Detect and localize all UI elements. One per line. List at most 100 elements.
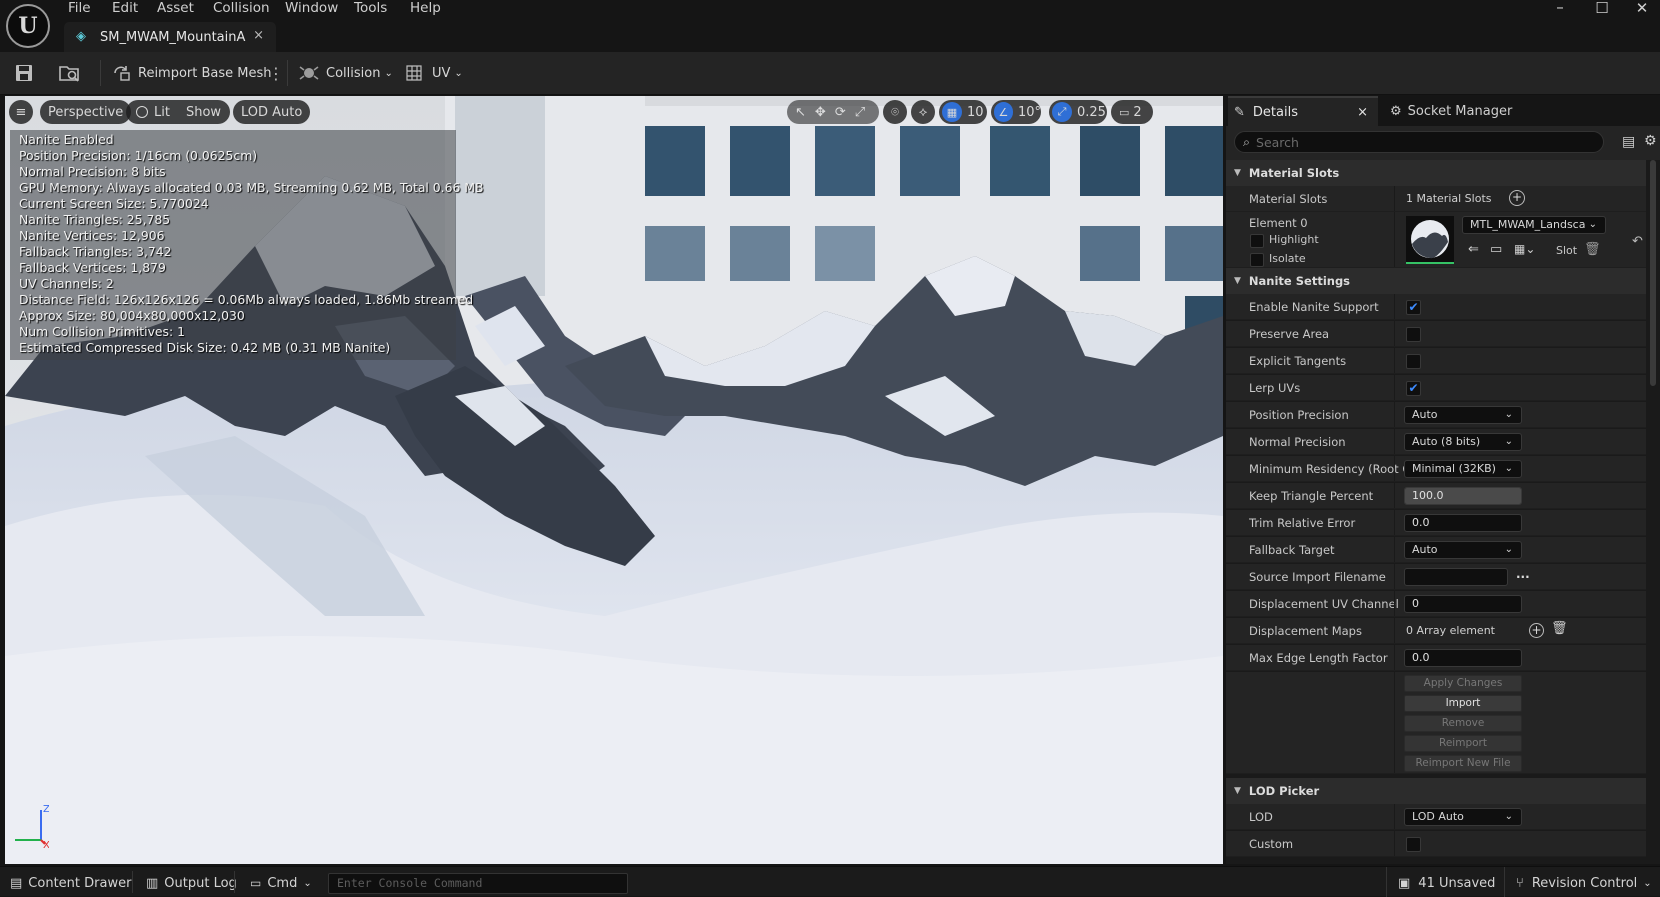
content-drawer-label: Content Drawer <box>28 875 132 891</box>
source-import-field[interactable] <box>1404 568 1508 586</box>
normal-precision-dropdown[interactable]: Auto (8 bits) ⌄ <box>1404 433 1522 451</box>
revision-control-button[interactable]: ⑂ Revision Control ⌄ <box>1516 871 1652 895</box>
perspective-button[interactable]: Perspective <box>40 100 132 124</box>
reimport-new-file-button[interactable]: Reimport New File <box>1404 755 1522 772</box>
tab-socket-manager[interactable]: ⚙ Socket Manager <box>1390 96 1512 126</box>
row-displacement-maps: Displacement Maps 0 Array element + 🗑 <box>1226 618 1646 644</box>
fallback-target-dropdown[interactable]: Auto ⌄ <box>1404 541 1522 559</box>
camera-speed-group[interactable]: ▭ 2 <box>1111 100 1153 124</box>
keep-triangle-slider[interactable]: 100.0 <box>1404 487 1522 505</box>
trim-error-field[interactable]: 0.0 <box>1404 514 1522 532</box>
terminal-icon: ▭ <box>250 876 262 890</box>
minimize-icon[interactable]: – <box>1550 0 1570 16</box>
chevron-down-icon: ⌄ <box>303 877 312 889</box>
menu-edit[interactable]: Edit <box>112 0 138 16</box>
tab-close-icon[interactable]: × <box>253 28 264 43</box>
scale-snap-group[interactable]: ⤢ 0.25 <box>1049 100 1107 124</box>
unreal-logo-icon[interactable]: U <box>6 4 50 48</box>
details-scrollbar[interactable] <box>1650 160 1656 386</box>
tab-details[interactable]: ✎ Details × <box>1228 96 1378 126</box>
scale-tool-icon[interactable]: ⤢ <box>855 105 865 120</box>
world-local-toggle[interactable]: ⌾ <box>883 100 907 124</box>
stat-line: Position Precision: 1/16cm (0.0625cm) <box>19 148 258 163</box>
isolate-checkbox[interactable] <box>1250 253 1264 267</box>
maximize-icon[interactable]: ☐ <box>1592 0 1612 17</box>
max-edge-label: Max Edge Length Factor <box>1249 651 1388 665</box>
row-fallback-target: Fallback Target Auto ⌄ <box>1226 537 1646 563</box>
grid-snap-icon: ▦ <box>942 102 962 122</box>
material-thumbnail[interactable] <box>1406 216 1454 264</box>
rotate-tool-icon[interactable]: ⟳ <box>835 105 846 120</box>
min-residency-dropdown[interactable]: Minimal (32KB) ⌄ <box>1404 460 1522 478</box>
collision-dropdown[interactable]: Collision ⌄ <box>298 60 393 86</box>
rotation-snap-icon: ∠ <box>994 102 1013 122</box>
tab-static-mesh[interactable]: ◈ SM_MWAM_MountainA × <box>64 22 276 52</box>
menu-file[interactable]: File <box>68 0 91 16</box>
viewport-options-button[interactable]: ≡ <box>9 100 33 124</box>
add-slot-icon[interactable]: + <box>1509 190 1525 206</box>
tab-close-icon[interactable]: × <box>1357 105 1368 120</box>
show-button[interactable]: Show <box>186 105 221 120</box>
select-tool-icon[interactable]: ↖ <box>795 105 806 120</box>
browse-asset-button[interactable] <box>58 60 82 86</box>
apply-changes-button[interactable]: Apply Changes <box>1404 675 1522 692</box>
search-input[interactable]: ⌕ Search <box>1234 131 1604 153</box>
menu-asset[interactable]: Asset <box>157 0 194 16</box>
save-button[interactable] <box>14 60 34 86</box>
menu-window[interactable]: Window <box>285 0 338 16</box>
category-lod-picker[interactable]: ▼ LOD Picker <box>1226 778 1646 804</box>
remove-button[interactable]: Remove <box>1404 715 1522 732</box>
position-precision-dropdown[interactable]: Auto ⌄ <box>1404 406 1522 424</box>
stat-line: Distance Field: 126x126x126 = 0.06Mb alw… <box>19 292 474 307</box>
details-panel: ✎ Details × ⚙ Socket Manager ⌕ Search ▤ … <box>1226 96 1660 864</box>
delete-all-icon[interactable]: 🗑 <box>1551 621 1568 636</box>
browse-folder-icon[interactable]: ▭ <box>1490 242 1502 257</box>
category-material-slots[interactable]: ▼ Material Slots <box>1226 160 1646 186</box>
custom-checkbox[interactable] <box>1406 837 1421 852</box>
close-window-icon[interactable]: ✕ <box>1632 0 1652 17</box>
lerp-uvs-checkbox[interactable]: ✔ <box>1406 381 1421 396</box>
browse-file-button[interactable]: ... <box>1516 567 1530 581</box>
console-input[interactable]: Enter Console Command <box>328 873 628 894</box>
menu-tools[interactable]: Tools <box>354 0 387 16</box>
unsaved-button[interactable]: ▣ 41 Unsaved <box>1398 871 1495 895</box>
material-options-icon[interactable]: ▦⌄ <box>1514 242 1535 256</box>
preserve-area-checkbox[interactable] <box>1406 327 1421 342</box>
lod-button[interactable]: LOD Auto <box>233 100 311 124</box>
surface-snap-button[interactable]: ⟡ <box>911 100 935 124</box>
reimport-options-icon[interactable]: ⋮ <box>268 60 284 86</box>
menu-help[interactable]: Help <box>410 0 441 16</box>
settings-gear-icon[interactable]: ⚙ <box>1644 133 1657 149</box>
delete-slot-icon[interactable]: 🗑 <box>1584 242 1601 257</box>
uv-dropdown[interactable]: UV ⌄ <box>404 60 463 86</box>
grid-snap-group[interactable]: ▦ 10 <box>939 100 987 124</box>
content-drawer-button[interactable]: ▤ Content Drawer <box>10 871 131 895</box>
chevron-down-icon: ⌄ <box>1504 436 1513 447</box>
lit-button[interactable]: Lit <box>154 105 170 120</box>
save-icon <box>16 65 32 81</box>
cmd-dropdown[interactable]: ▭ Cmd ⌄ <box>250 871 312 895</box>
lod-dropdown[interactable]: LOD Auto ⌄ <box>1404 808 1522 826</box>
transform-tools-group: ↖ ✥ ⟳ ⤢ <box>787 100 879 124</box>
enable-nanite-checkbox[interactable]: ✔ <box>1406 300 1421 315</box>
menu-bar: U File Edit Asset Collision Window Tools… <box>0 0 1660 52</box>
menu-collision[interactable]: Collision <box>213 0 270 16</box>
reset-to-default-icon[interactable]: ↶ <box>1632 234 1643 249</box>
rotation-snap-group[interactable]: ∠ 10° <box>991 100 1041 124</box>
highlight-checkbox[interactable] <box>1250 234 1264 248</box>
displacement-uv-field[interactable]: 0 <box>1404 595 1522 613</box>
translate-tool-icon[interactable]: ✥ <box>815 105 826 120</box>
material-dropdown[interactable]: MTL_MWAM_Landscape ⌄ <box>1462 216 1606 234</box>
table-view-icon[interactable]: ▤ <box>1622 134 1635 150</box>
add-element-icon[interactable]: + <box>1529 623 1544 638</box>
category-nanite-settings[interactable]: ▼ Nanite Settings <box>1226 268 1646 294</box>
explicit-tangents-checkbox[interactable] <box>1406 354 1421 369</box>
max-edge-field[interactable]: 0.0 <box>1404 649 1522 667</box>
import-button[interactable]: Import <box>1404 695 1522 712</box>
mesh-viewport[interactable]: ≡ Perspective Lit Show LOD Auto ↖ ✥ ⟳ ⤢ … <box>5 96 1223 864</box>
output-log-button[interactable]: ▥ Output Log <box>146 871 237 895</box>
use-selected-icon[interactable]: ⇐ <box>1468 242 1479 257</box>
reimport-base-mesh-button[interactable]: Reimport Base Mesh <box>112 60 272 86</box>
reimport-button[interactable]: Reimport <box>1404 735 1522 752</box>
uv-label: UV <box>432 65 451 81</box>
